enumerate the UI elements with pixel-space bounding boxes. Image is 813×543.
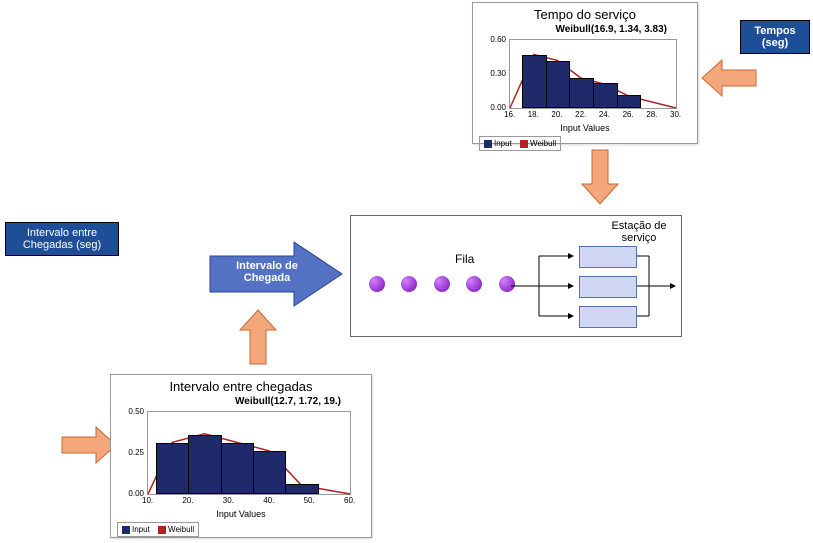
chart-legend: Input Weibull <box>117 522 199 537</box>
queue-dots <box>363 276 521 297</box>
chart-legend: Input Weibull <box>479 136 561 151</box>
label-interval-arrival: Intervalo de Chegada <box>222 260 312 284</box>
label-interval-between-arrivals: Intervalo entre Chegadas (seg) <box>5 222 119 256</box>
arrow-down-to-service <box>580 148 620 206</box>
service-box <box>579 306 637 328</box>
queue-box: Estação de serviço Fila <box>350 215 682 337</box>
chart-xlabel: Input Values <box>111 509 371 519</box>
chart-bar <box>285 484 318 494</box>
chart-bar <box>156 443 189 494</box>
chart-title: Intervalo entre chegadas <box>111 375 371 396</box>
chart-subtitle: Weibull(12.7, 1.72, 19.) <box>111 396 371 407</box>
chart-bar <box>546 61 571 108</box>
chart-bar <box>188 435 221 494</box>
chart-bar <box>617 95 642 108</box>
chart-bar <box>593 83 618 108</box>
label-times-sec: Tempos (seg) <box>740 20 810 54</box>
service-box <box>579 276 637 298</box>
label-queue: Fila <box>455 252 474 266</box>
chart-bar <box>569 78 594 108</box>
arrow-up-to-chegada <box>238 308 278 366</box>
chart-bar <box>221 443 254 494</box>
chart-xlabel: Input Values <box>473 123 697 133</box>
label-service-station: Estação de serviço <box>601 220 677 244</box>
chart-title: Tempo do serviço <box>473 3 697 24</box>
chart-area: 0.000.300.60 16.18.20.22.24.26.28.30. <box>509 39 677 109</box>
chart-bar <box>253 451 286 494</box>
chart-area: 0.000.250.50 10.20.30.40.50.60. <box>147 411 351 495</box>
chart-bar <box>522 55 547 108</box>
chart-subtitle: Weibull(16.9, 1.34, 3.83) <box>473 24 697 35</box>
queue-dot <box>434 276 450 292</box>
service-box <box>579 246 637 268</box>
arrow-into-service-chart <box>700 58 758 98</box>
chart-service-time: Tempo do serviço Weibull(16.9, 1.34, 3.8… <box>472 2 698 144</box>
queue-dot <box>369 276 385 292</box>
queue-dot <box>401 276 417 292</box>
queue-dot <box>466 276 482 292</box>
chart-arrival-interval: Intervalo entre chegadas Weibull(12.7, 1… <box>110 374 372 538</box>
